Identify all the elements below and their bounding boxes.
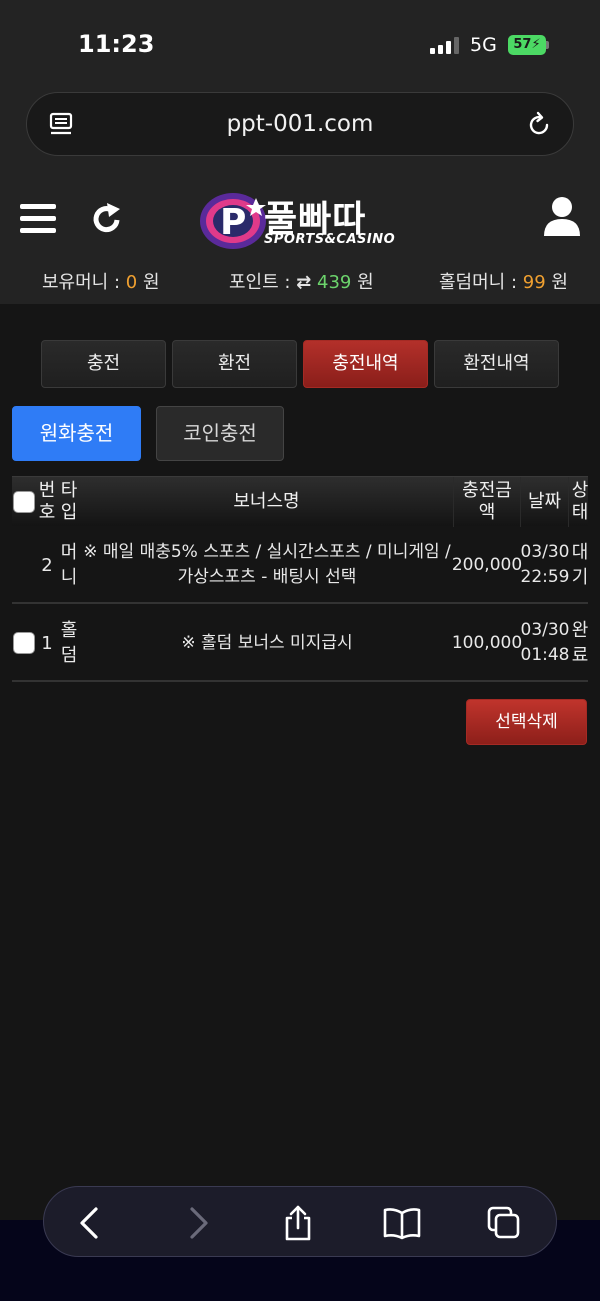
site-header: P 풀빠따 SPORTS&CASINO 보유머니 : 0 원 포인트 : ⇄ 4… xyxy=(0,174,600,304)
delete-selected-button[interactable]: 선택삭제 xyxy=(466,699,587,745)
row-type: 홀 덤 xyxy=(60,620,78,666)
row-amount: 200,000 xyxy=(451,554,523,575)
money-balance: 보유머니 : 0 원 xyxy=(42,272,160,293)
tabs-icon[interactable] xyxy=(486,1205,522,1241)
tab-withdraw-history[interactable]: 환전내역 xyxy=(434,340,559,388)
select-all-checkbox[interactable] xyxy=(13,491,35,513)
url-text[interactable]: ppt-001.com xyxy=(27,111,573,137)
share-icon[interactable] xyxy=(280,1205,316,1241)
battery-icon: 57⚡ xyxy=(508,35,546,55)
tab-deposit-history[interactable]: 충전내역 xyxy=(303,340,428,388)
back-icon[interactable] xyxy=(72,1205,108,1241)
row-checkbox[interactable] xyxy=(13,632,35,654)
row-status: 완 료 xyxy=(571,620,589,666)
sub-tab-krw-deposit[interactable]: 원화충전 xyxy=(12,406,141,461)
row-bonus-name: ※ 홀덤 보너스 미지급시 xyxy=(181,632,353,653)
holdem-balance: 홀덤머니 : 99 원 xyxy=(439,272,568,293)
balance-bar: 보유머니 : 0 원 포인트 : ⇄ 439 원 홀덤머니 : 99 원 xyxy=(0,268,600,298)
table-row: 2 머 니 ※ 매일 매충5% 스포츠 / 실시간스포츠 / 미니게임 / 가상… xyxy=(12,526,588,604)
money-value: 0 xyxy=(125,272,138,293)
row-date: 03/30 01:48 xyxy=(520,620,570,665)
row-date: 03/30 22:59 xyxy=(520,542,570,587)
header-amount: 충전금액 xyxy=(454,477,521,527)
browser-bottom-bar xyxy=(43,1186,557,1257)
reload-icon[interactable] xyxy=(525,111,553,139)
status-bar: 11:23 5G 57⚡ xyxy=(0,0,600,88)
header-number: 번 호 xyxy=(38,480,56,523)
refresh-icon[interactable] xyxy=(90,202,124,236)
row-number: 2 xyxy=(41,554,53,576)
point-balance: 포인트 : ⇄ 439 원 xyxy=(229,272,374,293)
address-bar[interactable]: ppt-001.com xyxy=(26,92,574,156)
logo-emblem-icon: P xyxy=(200,193,266,249)
row-type: 머 니 xyxy=(60,542,78,588)
user-icon[interactable] xyxy=(542,196,582,236)
status-time: 11:23 xyxy=(78,30,155,58)
tab-row: 충전 환전 충전내역 환전내역 xyxy=(41,340,559,388)
tab-withdraw[interactable]: 환전 xyxy=(172,340,297,388)
header-date: 날짜 xyxy=(521,477,569,527)
site-logo[interactable]: P 풀빠따 SPORTS&CASINO xyxy=(198,188,404,254)
row-number: 1 xyxy=(41,632,53,654)
menu-icon[interactable] xyxy=(20,202,56,236)
battery-level: 57 xyxy=(513,37,532,52)
holdem-value: 99 xyxy=(522,272,546,293)
row-status: 대 기 xyxy=(571,542,589,588)
history-table: 번 호 타 입 보너스명 충전금액 날짜 상 태 2 머 니 ※ 매일 매충5%… xyxy=(12,476,588,682)
table-header: 번 호 타 입 보너스명 충전금액 날짜 상 태 xyxy=(12,476,589,527)
header-status: 상 태 xyxy=(571,480,589,523)
browser-toolbar: ppt-001.com xyxy=(0,88,600,174)
point-value: 439 xyxy=(317,272,352,293)
forward-icon[interactable] xyxy=(180,1205,216,1241)
sub-tab-coin-deposit[interactable]: 코인충전 xyxy=(156,406,284,461)
network-type: 5G xyxy=(470,34,497,56)
exchange-icon[interactable]: ⇄ xyxy=(296,272,311,293)
svg-text:P: P xyxy=(220,202,246,243)
header-type: 타 입 xyxy=(60,480,78,523)
signal-icon xyxy=(430,36,460,54)
bookmarks-icon[interactable] xyxy=(382,1205,422,1241)
header-bonus-name: 보너스명 xyxy=(80,477,454,527)
tab-deposit[interactable]: 충전 xyxy=(41,340,166,388)
row-amount: 100,000 xyxy=(451,632,523,653)
table-row: 1 홀 덤 ※ 홀덤 보너스 미지급시 100,000 03/30 01:48 … xyxy=(12,604,588,682)
logo-english-text: SPORTS&CASINO xyxy=(264,232,396,247)
row-bonus-name: ※ 매일 매충5% 스포츠 / 실시간스포츠 / 미니게임 / 가상스포츠 - … xyxy=(83,542,451,587)
